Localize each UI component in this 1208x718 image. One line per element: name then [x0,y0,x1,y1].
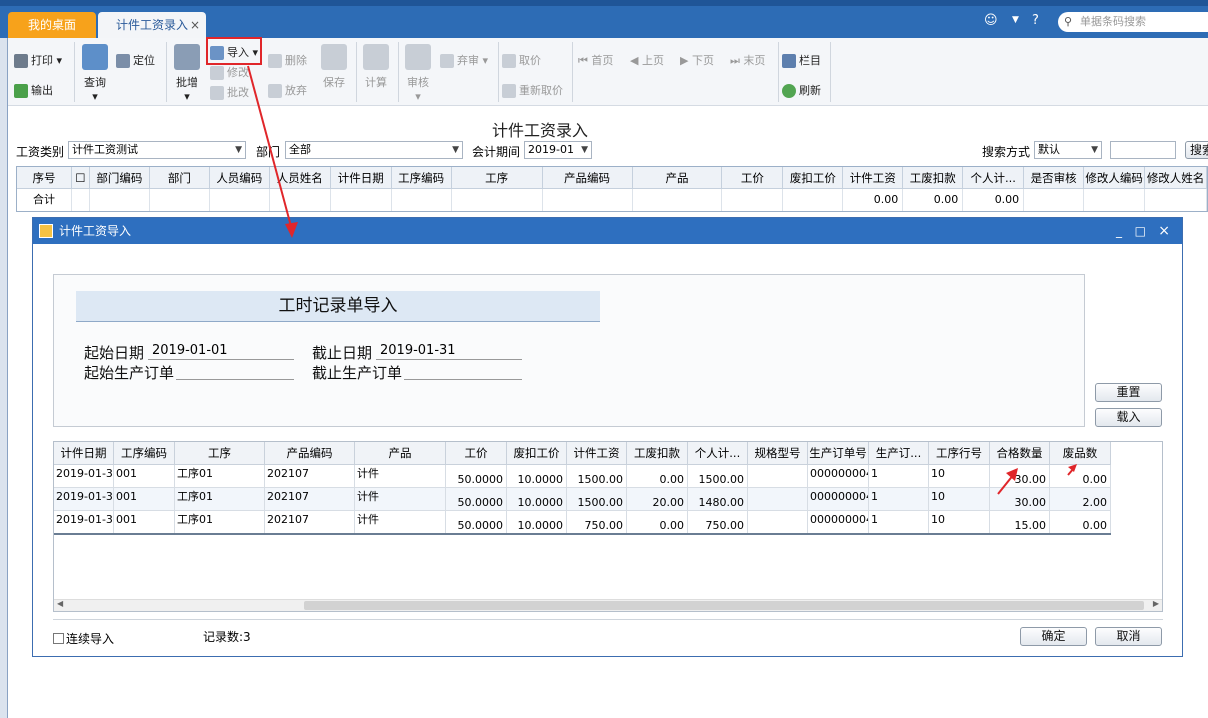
arrowhead-qualified [1006,468,1018,481]
arrow-import-to-dialog [247,65,293,231]
annotation-arrows [247,65,1077,495]
arrowhead-dialog [285,222,298,238]
